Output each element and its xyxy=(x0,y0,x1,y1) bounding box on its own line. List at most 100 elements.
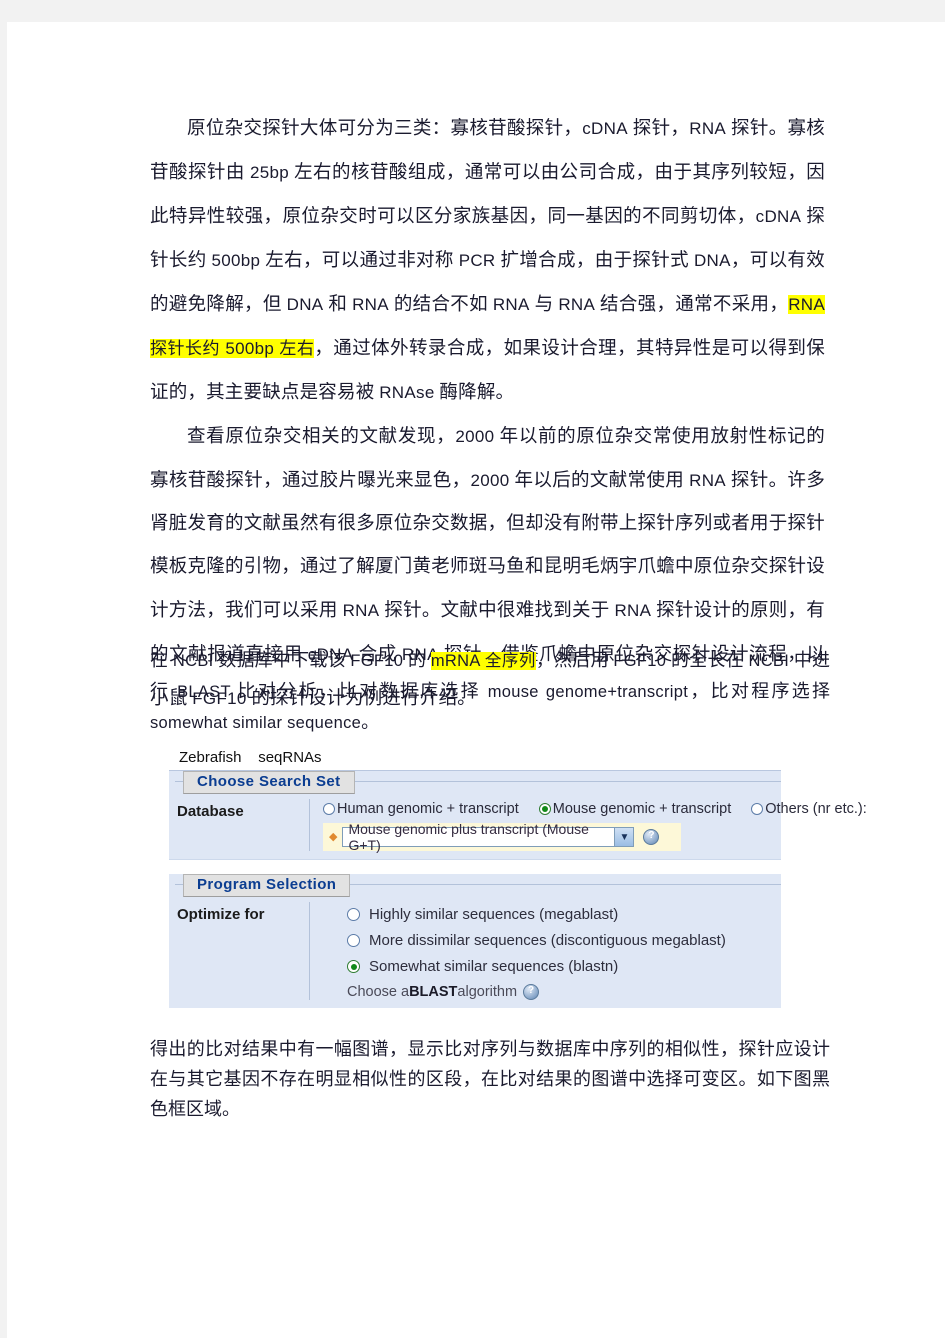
text-run: 探针。文献中很难找到关于 xyxy=(379,601,615,621)
text-run: somewhat similar sequence xyxy=(150,714,362,732)
text-run: 查看原位杂交相关的文献发现， xyxy=(187,427,456,447)
choose-search-set-legend: Choose Search Set xyxy=(183,771,355,794)
radio-label: More dissimilar sequences (discontiguous… xyxy=(369,932,726,949)
choose-search-set-legend-row: Choose Search Set xyxy=(169,771,781,794)
blast-form-frame: Choose Search Set Database Human genomic… xyxy=(169,770,867,1008)
text-run: 探针， xyxy=(627,119,690,139)
text-run: NCBI xyxy=(748,652,790,670)
help-icon[interactable] xyxy=(643,829,660,845)
radio-option-human-genomic[interactable]: Human genomic + transcript xyxy=(323,801,519,817)
radio-label: Others (nr etc.): xyxy=(765,801,867,817)
text-run: 在 xyxy=(150,650,173,670)
choose-search-set-group: Choose Search Set Database Human genomic… xyxy=(169,771,867,859)
text-run: DNA xyxy=(286,295,324,314)
database-select-value: Mouse genomic plus transcript (Mouse G+T… xyxy=(348,821,589,853)
text-run: 2000 xyxy=(470,471,510,490)
paragraph-3: 在 NCBI 数据库中下载该 FGF10 的 mRNA 全序列，然后用 FGF1… xyxy=(150,645,830,738)
text-run: 探针。许多肾脏发育的文献虽然有很多原位杂交数据，但却没有附带上探针序列或者用于探… xyxy=(150,471,826,621)
chevron-down-icon[interactable]: ▼ xyxy=(614,828,634,846)
text-run: RNA xyxy=(689,471,726,490)
text-run: 与 xyxy=(529,295,559,315)
optimize-for-controls: Highly similar sequences (megablast) Mor… xyxy=(309,902,781,1000)
text-run: 和 xyxy=(323,295,353,315)
radio-label: Human genomic + transcript xyxy=(337,801,519,817)
database-label: Database xyxy=(177,803,244,820)
text-run: FGF10 xyxy=(350,652,404,670)
radio-icon[interactable] xyxy=(347,908,360,921)
text-run: cDNA xyxy=(755,207,802,226)
program-selection-body: Optimize for Highly similar sequences (m… xyxy=(169,896,781,1008)
radio-option-blastn[interactable]: Somewhat similar sequences (blastn) xyxy=(323,958,781,975)
radio-icon-selected[interactable] xyxy=(347,960,360,973)
text-run: 。 xyxy=(361,712,380,732)
document-page: 原位杂交探针大体可分为三类：寡核苷酸探针，cDNA 探针，RNA 探针。寡核苷酸… xyxy=(7,22,945,1338)
algorithm-suffix: algorithm xyxy=(457,984,518,1000)
radio-icon-selected[interactable] xyxy=(538,803,551,815)
database-select[interactable]: Mouse genomic plus transcript (Mouse G+T… xyxy=(342,821,635,853)
text-run: 寡核苷酸探针， xyxy=(450,119,583,139)
radio-icon[interactable] xyxy=(751,803,764,815)
text-run: FGF10 xyxy=(613,652,667,670)
text-run: NCBI xyxy=(172,652,214,670)
text-run: ，比对程序选择 xyxy=(688,681,831,701)
program-selection-group: Program Selection Optimize for Highly si… xyxy=(169,874,781,1008)
text-run: cDNA xyxy=(582,119,628,138)
text-run: 2000 xyxy=(455,427,495,446)
optimize-for-label: Optimize for xyxy=(177,906,265,923)
text-run: 比对分析，比对数据库选择 xyxy=(230,681,488,701)
algorithm-prefix: Choose a xyxy=(347,984,410,1000)
text-run: RNA xyxy=(492,295,530,314)
database-select-row: ◆ Mouse genomic plus transcript (Mouse G… xyxy=(323,821,682,853)
body-text-block: 原位杂交探针大体可分为三类：寡核苷酸探针，cDNA 探针，RNA 探针。寡核苷酸… xyxy=(150,107,825,721)
text-run: 的全长在 xyxy=(666,650,749,670)
text-run: 的 xyxy=(403,650,431,670)
bullet-marker-icon: ◆ xyxy=(329,830,338,843)
text-run: 的结合不如 xyxy=(388,295,493,315)
radio-label: Somewhat similar sequences (blastn) xyxy=(369,958,619,975)
closing-text-block: 得出的比对结果中有一幅图谱，显示比对序列与数据库中序列的相似性，探针应设计在与其… xyxy=(150,1034,830,1124)
radio-label: Mouse genomic + transcript xyxy=(552,801,732,817)
text-run: RNAse xyxy=(379,383,435,402)
text-run: 原位杂交探针大体可分为三类： xyxy=(187,119,451,139)
help-icon[interactable] xyxy=(523,984,540,1000)
ncbi-instruction-block: 在 NCBI 数据库中下载该 FGF10 的 mRNA 全序列，然后用 FGF1… xyxy=(150,645,830,738)
text-run: mouse genome+transcript xyxy=(487,683,689,701)
text-run: RNA xyxy=(342,601,380,620)
program-selection-legend: Program Selection xyxy=(183,874,351,897)
blast-screenshot: Zebrafish seqRNAs Choose Search Set Data… xyxy=(169,749,867,1008)
text-run: BLAST xyxy=(177,683,231,701)
choose-search-set-body: Database Human genomic + transcript Mous… xyxy=(169,793,867,859)
text-run: 数据库中下载该 xyxy=(213,650,351,670)
text-run: RNA xyxy=(352,295,389,314)
optimize-radio-group: Highly similar sequences (megablast) Mor… xyxy=(323,902,781,1000)
text-run: DNA xyxy=(693,251,731,270)
radio-option-discontiguous-megablast[interactable]: More dissimilar sequences (discontiguous… xyxy=(323,932,781,949)
text-run: RNA xyxy=(614,601,652,620)
choose-blast-algorithm-line: Choose a BLAST algorithm xyxy=(323,984,781,1000)
text-run: 25bp xyxy=(249,163,289,182)
panel-divider xyxy=(169,859,781,874)
paragraph-4: 得出的比对结果中有一幅图谱，显示比对序列与数据库中序列的相似性，探针应设计在与其… xyxy=(150,1034,830,1124)
radio-icon[interactable] xyxy=(347,934,360,947)
radio-option-megablast[interactable]: Highly similar sequences (megablast) xyxy=(323,906,781,923)
text-run: 得出的比对结果中有一幅图谱，显示比对序列与数据库中序列的相似性，探针应设计在与其… xyxy=(150,1039,830,1119)
screenshot-caption: Zebrafish seqRNAs xyxy=(179,749,322,766)
text-run: 扩增合成，由于探针式 xyxy=(495,251,694,271)
text-run: PCR xyxy=(458,251,496,270)
text-run: 年以后的文献常使用 xyxy=(509,471,690,491)
text-run: 500bp xyxy=(211,251,261,270)
text-run: 酶降解。 xyxy=(434,383,515,403)
text-run: RNA xyxy=(558,295,596,314)
program-selection-legend-row: Program Selection xyxy=(169,874,781,897)
text-run: ，然后用 xyxy=(535,650,614,670)
highlighted-text: mRNA 全序列 xyxy=(430,652,536,670)
database-radio-group: Human genomic + transcript Mouse genomic… xyxy=(323,799,867,817)
radio-label: Highly similar sequences (megablast) xyxy=(369,906,619,923)
database-controls: Human genomic + transcript Mouse genomic… xyxy=(309,799,867,853)
paragraph-1: 原位杂交探针大体可分为三类：寡核苷酸探针，cDNA 探针，RNA 探针。寡核苷酸… xyxy=(150,107,825,415)
algorithm-bold: BLAST xyxy=(409,984,458,1000)
radio-option-mouse-genomic[interactable]: Mouse genomic + transcript xyxy=(538,801,732,817)
text-run: RNA xyxy=(689,119,727,138)
radio-option-others[interactable]: Others (nr etc.): xyxy=(751,801,867,817)
radio-icon[interactable] xyxy=(323,803,335,815)
